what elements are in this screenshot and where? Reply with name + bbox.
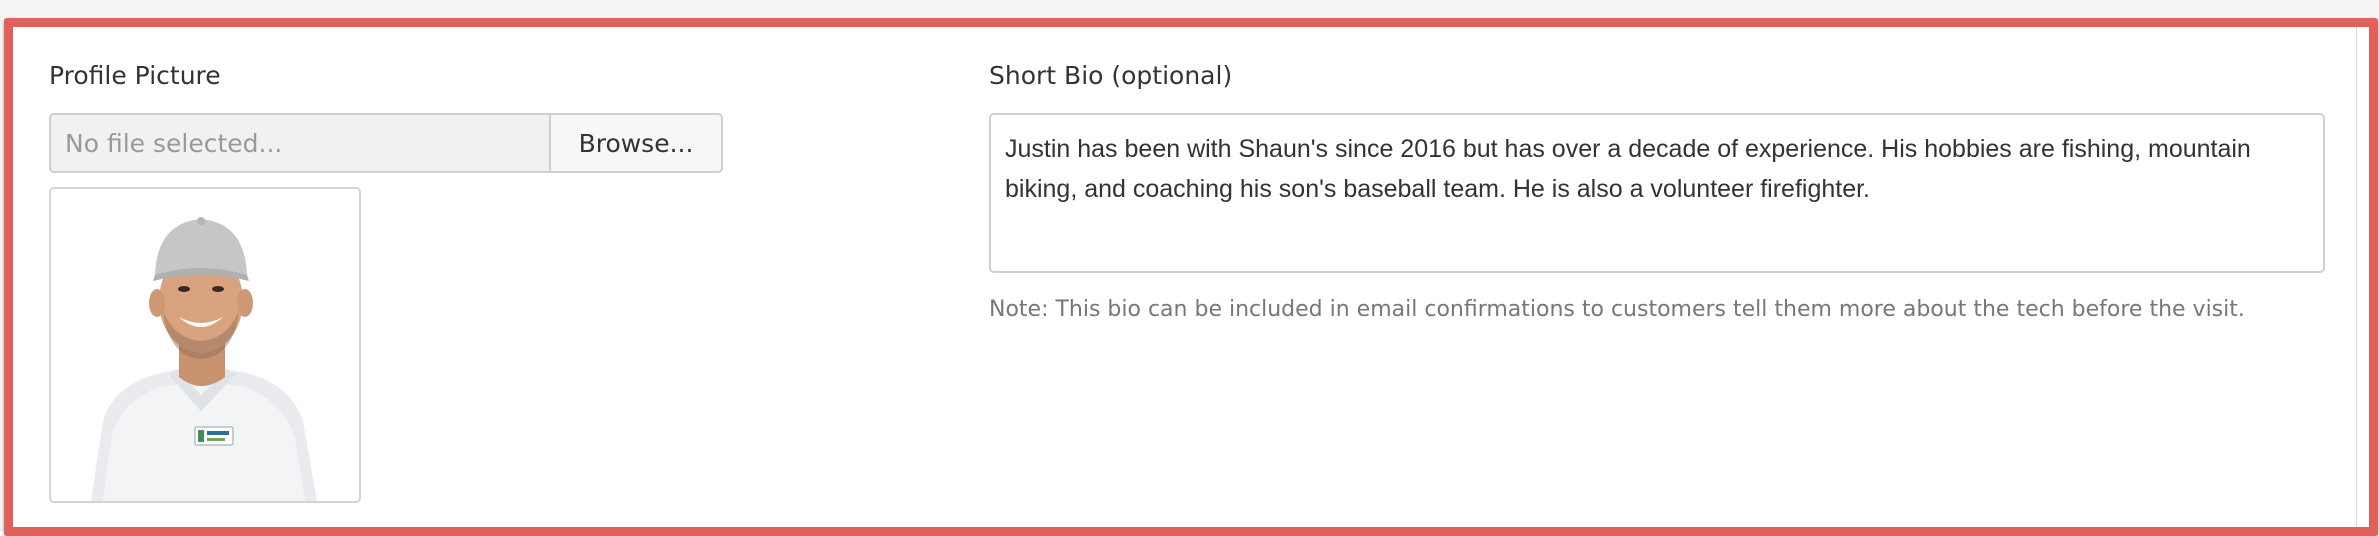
highlight-frame: Profile Picture Browse...: [4, 18, 2378, 536]
short-bio-label: Short Bio (optional): [989, 61, 1233, 90]
avatar: [51, 189, 359, 501]
profile-picture-preview: [49, 187, 361, 503]
panel-edge: [2356, 27, 2357, 527]
file-name-input[interactable]: [49, 113, 549, 173]
bio-help-note: Note: This bio can be included in email …: [989, 297, 2245, 322]
browse-button[interactable]: Browse...: [549, 113, 723, 173]
short-bio-textarea[interactable]: Justin has been with Shaun's since 2016 …: [989, 113, 2325, 273]
profile-picture-label: Profile Picture: [49, 61, 221, 90]
file-upload-group: Browse...: [49, 113, 723, 173]
